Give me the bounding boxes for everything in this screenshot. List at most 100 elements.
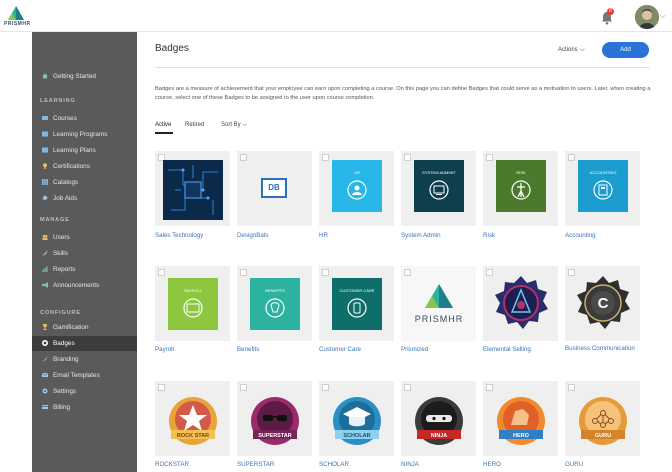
- badge-checkbox[interactable]: [322, 269, 329, 276]
- badge-name[interactable]: Sales Technology: [155, 232, 203, 239]
- sidebar-item-label: Skills: [53, 250, 68, 257]
- badge-card-sales-technology[interactable]: [155, 151, 230, 226]
- badge-card-system-admin[interactable]: SYSTEM ADMINIT: [401, 151, 476, 226]
- sidebar-item-learning-plans[interactable]: Learning Plans: [32, 143, 137, 158]
- badge-name[interactable]: Customer Care: [319, 346, 361, 353]
- badge-card-superstar[interactable]: SUPERSTAR: [237, 381, 312, 456]
- sidebar-item-job-aids[interactable]: Job Aids: [32, 191, 137, 206]
- badge-name[interactable]: Benefits: [237, 346, 259, 353]
- badge-checkbox[interactable]: [322, 154, 329, 161]
- sidebar-item-getting-started[interactable]: Getting Started: [32, 69, 137, 84]
- sidebar-item-branding[interactable]: Branding: [32, 352, 137, 367]
- badge-checkbox[interactable]: [486, 384, 493, 391]
- badge-checkbox[interactable]: [568, 384, 575, 391]
- chevron-down-icon[interactable]: ⌵: [660, 13, 665, 21]
- sidebar-item-skills[interactable]: Skills: [32, 246, 137, 261]
- sort-by-dropdown[interactable]: Sort By ⌵: [221, 122, 247, 129]
- sidebar-item-users[interactable]: Users: [32, 230, 137, 245]
- plans-icon: [42, 147, 48, 153]
- sidebar-item-billing[interactable]: Billing: [32, 400, 137, 415]
- badge-card-hr[interactable]: HR: [319, 151, 394, 226]
- sidebar-item-courses[interactable]: Courses: [32, 111, 137, 126]
- badge-checkbox[interactable]: [404, 384, 411, 391]
- customer-care-badge-image: CUSTOMER CARE: [332, 278, 382, 330]
- tab-active[interactable]: Active: [155, 122, 171, 128]
- badge-card-elemental-selling[interactable]: [483, 266, 558, 341]
- badge-name[interactable]: ROCKSTAR: [155, 461, 189, 468]
- badge-name[interactable]: SCHOLAR: [319, 461, 349, 468]
- ninja-badge-image: NINJA: [415, 397, 463, 445]
- sidebar: Getting Started LEARNING Courses Learnin…: [32, 32, 137, 472]
- sidebar-item-label: Settings: [53, 388, 77, 395]
- badge-card-customer-care[interactable]: CUSTOMER CARE: [319, 266, 394, 341]
- page-title: Badges: [155, 43, 189, 54]
- sidebar-item-label: Gamification: [53, 324, 89, 331]
- badge-name[interactable]: DesignBals: [237, 232, 268, 239]
- sidebar-item-reports[interactable]: Reports: [32, 262, 137, 277]
- logo-text: PRISMHR: [4, 21, 31, 27]
- badge-name[interactable]: Prismized: [401, 346, 428, 353]
- badge-checkbox[interactable]: [240, 154, 247, 161]
- badge-card-scholar[interactable]: SCHOLAR: [319, 381, 394, 456]
- badge-name[interactable]: NINJA: [401, 461, 419, 468]
- badge-name[interactable]: GURU: [565, 461, 583, 468]
- programs-icon: [42, 131, 48, 137]
- badge-checkbox[interactable]: [240, 384, 247, 391]
- badge-checkbox[interactable]: [404, 154, 411, 161]
- sidebar-item-learning-programs[interactable]: Learning Programs: [32, 127, 137, 142]
- badge-name[interactable]: Elemental Selling: [483, 346, 531, 353]
- badge-checkbox[interactable]: [486, 154, 493, 161]
- skills-icon: [42, 250, 48, 256]
- badge-card-payroll[interactable]: PAYROLL: [155, 266, 230, 341]
- badge-checkbox[interactable]: [240, 269, 247, 276]
- sidebar-item-settings[interactable]: Settings: [32, 384, 137, 399]
- badge-checkbox[interactable]: [158, 269, 165, 276]
- guru-badge-image: GURU: [579, 397, 627, 445]
- badge-card-prismized[interactable]: PRISMHR: [401, 266, 476, 341]
- badge-name[interactable]: System Admin: [401, 232, 441, 239]
- badge-card-accounting[interactable]: ACCOUNTING: [565, 151, 640, 226]
- sidebar-item-email-templates[interactable]: Email Templates: [32, 368, 137, 383]
- badge-name[interactable]: HERO: [483, 461, 501, 468]
- badge-name[interactable]: SUPERSTAR: [237, 461, 274, 468]
- badge-name[interactable]: HR: [319, 232, 328, 239]
- actions-label: Actions: [558, 47, 578, 53]
- gear-icon: [42, 388, 48, 394]
- badge-card-designbals[interactable]: DB: [237, 151, 312, 226]
- sidebar-item-gamification[interactable]: Gamification: [32, 320, 137, 335]
- badge-checkbox[interactable]: [158, 384, 165, 391]
- tile-label: PRISMHR: [415, 314, 464, 324]
- trophy-icon: [43, 324, 47, 330]
- actions-dropdown[interactable]: Actions ⌵: [558, 46, 585, 54]
- badge-card-hero[interactable]: HERO: [483, 381, 558, 456]
- badge-checkbox[interactable]: [404, 269, 411, 276]
- add-button[interactable]: Add: [602, 42, 649, 58]
- avatar[interactable]: [635, 5, 659, 29]
- badge-name[interactable]: Accounting: [565, 232, 596, 239]
- badge-card-guru[interactable]: GURU: [565, 381, 640, 456]
- badge-card-benefits[interactable]: BENEFITS: [237, 266, 312, 341]
- certificate-icon: [43, 163, 47, 169]
- sidebar-item-certifications[interactable]: Certifications: [32, 159, 137, 174]
- badge-name[interactable]: Payroll: [155, 346, 174, 353]
- badge-card-business-communication[interactable]: C: [565, 266, 640, 341]
- sidebar-item-label: Reports: [53, 266, 76, 273]
- tab-retired[interactable]: Retired: [185, 122, 204, 128]
- badge-name[interactable]: Risk: [483, 232, 495, 239]
- sidebar-item-catalogs[interactable]: Catalogs: [32, 175, 137, 190]
- badge-card-ninja[interactable]: NINJA: [401, 381, 476, 456]
- tile-label: GURU: [595, 433, 611, 439]
- sidebar-item-announcements[interactable]: Announcements: [32, 278, 137, 293]
- badge-name[interactable]: Business Communication: [565, 345, 640, 353]
- badge-checkbox[interactable]: [322, 384, 329, 391]
- circuit-badge-image: [163, 160, 223, 220]
- header-divider: [155, 67, 650, 68]
- badge-card-risk[interactable]: RISK: [483, 151, 558, 226]
- badge-icon: [42, 340, 48, 346]
- tile-label: ROCK STAR: [177, 433, 209, 439]
- sidebar-item-label: Users: [53, 234, 70, 241]
- badge-checkbox[interactable]: [568, 154, 575, 161]
- sidebar-item-badges[interactable]: Badges: [32, 336, 137, 351]
- badge-card-rockstar[interactable]: ROCK STAR: [155, 381, 230, 456]
- book-icon: [42, 116, 48, 120]
